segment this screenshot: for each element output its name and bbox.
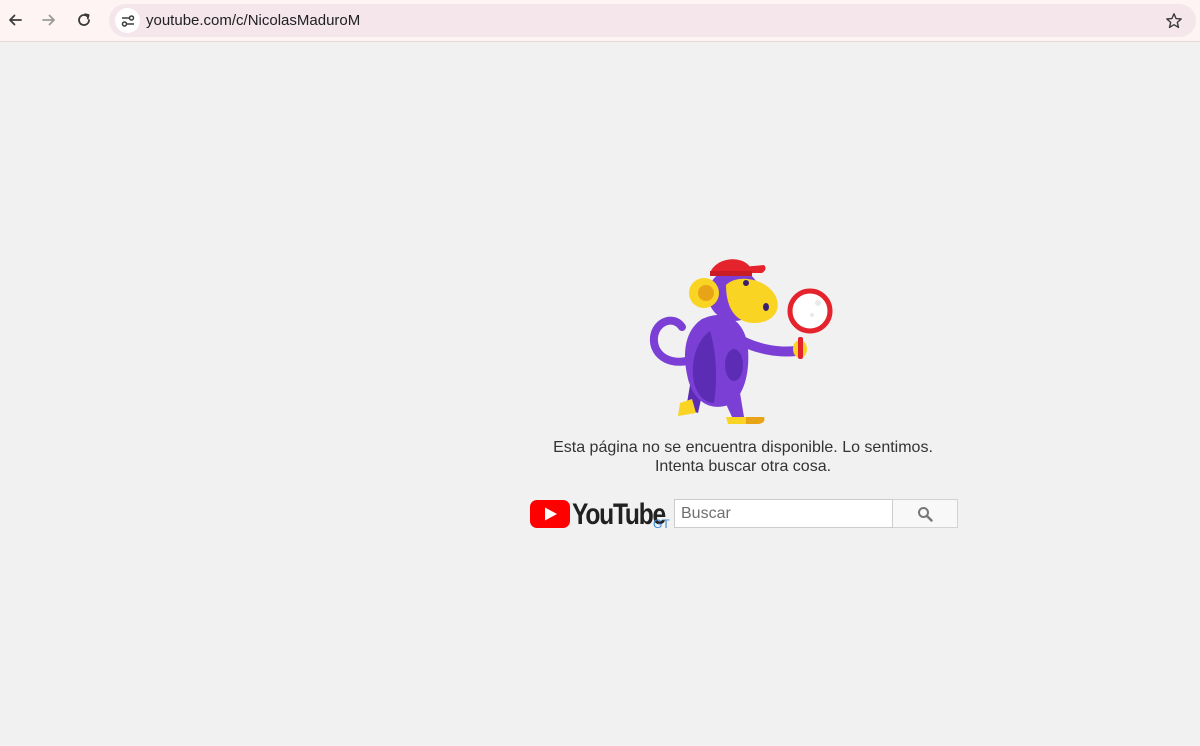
url-text[interactable]: youtube.com/c/NicolasMaduroM <box>146 12 360 29</box>
country-code: GT <box>653 517 670 531</box>
search-input[interactable] <box>674 499 893 528</box>
arrow-right-icon <box>42 14 55 26</box>
site-info-button[interactable] <box>115 8 140 33</box>
youtube-logo-text: YouTube <box>572 498 666 531</box>
tune-icon <box>121 14 134 27</box>
reload-button[interactable] <box>69 5 99 35</box>
forward-button[interactable] <box>34 5 64 35</box>
error-message-line-1: Esta página no se encuentra disponible. … <box>553 439 933 456</box>
search-icon <box>918 506 933 522</box>
address-bar[interactable]: youtube.com/c/NicolasMaduroM <box>109 4 1196 37</box>
error-message-line-2: Intenta buscar otra cosa. <box>654 458 832 475</box>
search-button[interactable] <box>893 499 958 528</box>
arrow-left-icon <box>9 14 22 26</box>
browser-toolbar: youtube.com/c/NicolasMaduroM <box>0 0 1200 42</box>
youtube-play-icon <box>530 500 570 528</box>
bookmark-button[interactable] <box>1162 9 1186 33</box>
page-content: Esta página no se encuentra disponible. … <box>0 43 1200 746</box>
youtube-logo[interactable]: YouTube GT <box>530 498 675 532</box>
error-message: Esta página no se encuentra disponible. … <box>493 438 993 476</box>
back-button[interactable] <box>0 5 30 35</box>
monkey-illustration <box>649 259 833 424</box>
star-icon <box>1166 13 1182 29</box>
reload-icon <box>78 13 90 26</box>
